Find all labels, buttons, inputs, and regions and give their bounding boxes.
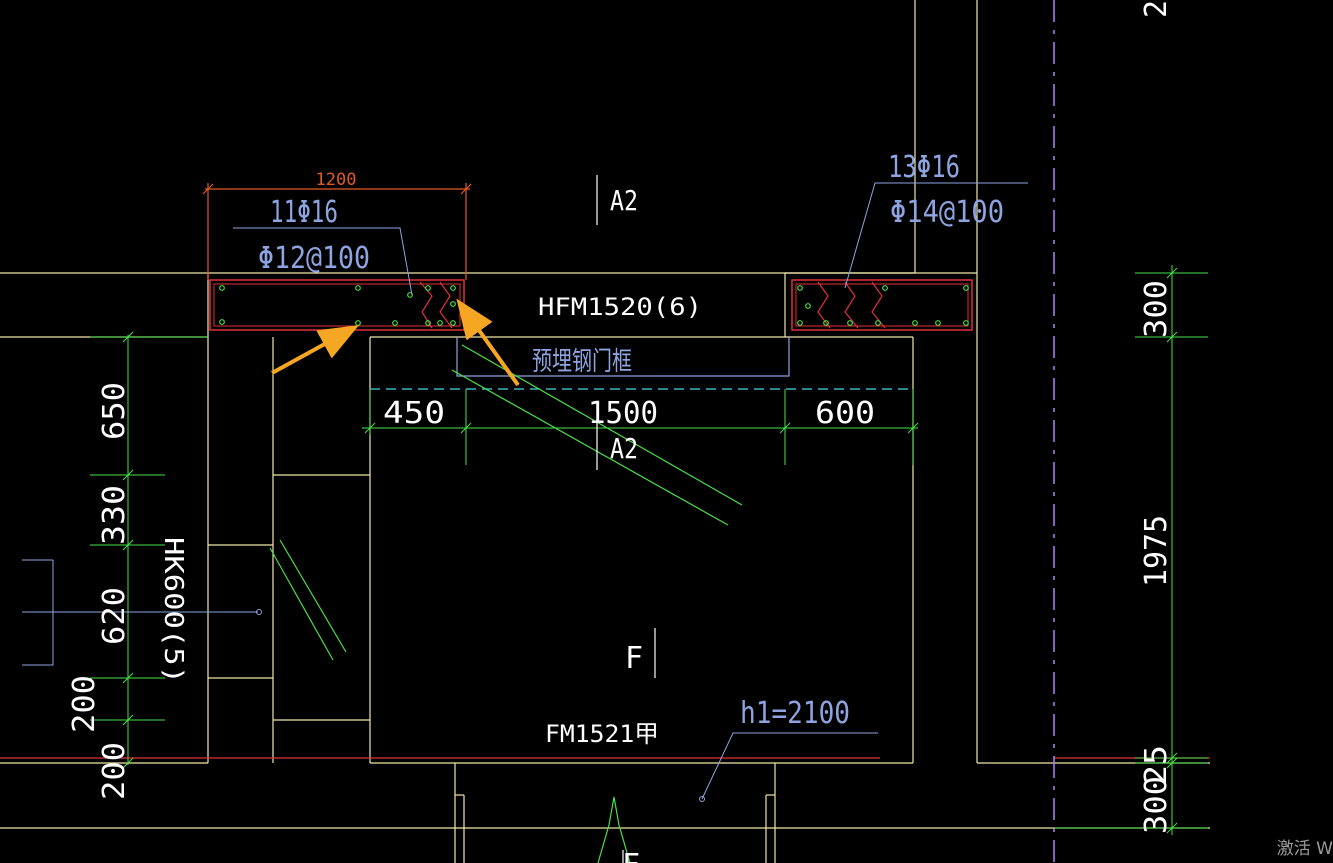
room-label-top: A2 [610, 184, 638, 217]
dim-200-a: 200 [67, 675, 102, 733]
beam-section-right [791, 279, 973, 331]
beam-section-left [209, 279, 465, 331]
dim-200-b: 200 [97, 742, 132, 800]
dim-600: 600 [815, 396, 875, 431]
dim-620: 620 [97, 587, 132, 645]
dim-1975: 1975 [1139, 515, 1174, 587]
room-tag-bars [596, 175, 656, 863]
cad-drawing: 1200 11Φ16 Φ12@100 13Φ16 Φ14@100 A2 A2 F… [0, 0, 1210, 863]
room-label-f-bottom: F [622, 848, 640, 863]
activation-watermark: 激活 W [1276, 839, 1333, 859]
beam-width-dim-text: 1200 [316, 170, 357, 190]
dimension-lines [90, 265, 1208, 835]
dim-330: 330 [97, 485, 132, 545]
door-hfm-text: HFM1520(6) [538, 293, 702, 321]
dim-650: 650 [97, 382, 132, 440]
dim-300-a: 300 [1139, 280, 1174, 338]
dim-1500: 1500 [588, 396, 658, 431]
left-stirrup-text: Φ12@100 [258, 241, 370, 276]
embedded-frame-text: 预埋钢门框 [532, 347, 632, 377]
room-label-f: F [625, 641, 643, 676]
door-fm-text: FM1521甲 [545, 720, 659, 748]
h1-text: h1=2100 [740, 696, 850, 731]
dim-right-top: 2 [1139, 0, 1174, 18]
pointer-arrow-right [456, 298, 520, 387]
pointer-arrow-left [271, 325, 360, 375]
leader-lines [22, 182, 1028, 800]
dim-450: 450 [383, 396, 445, 431]
right-stirrup-text: Φ14@100 [890, 195, 1004, 230]
left-top-rebar-text: 11Φ16 [270, 195, 338, 230]
door-hk-text: HK600(5) [158, 537, 188, 684]
room-label-mid: A2 [610, 432, 638, 465]
door-swing-lines [269, 344, 743, 863]
dim-300-b: 300 [1139, 776, 1174, 834]
right-top-rebar-text: 13Φ16 [888, 150, 960, 185]
